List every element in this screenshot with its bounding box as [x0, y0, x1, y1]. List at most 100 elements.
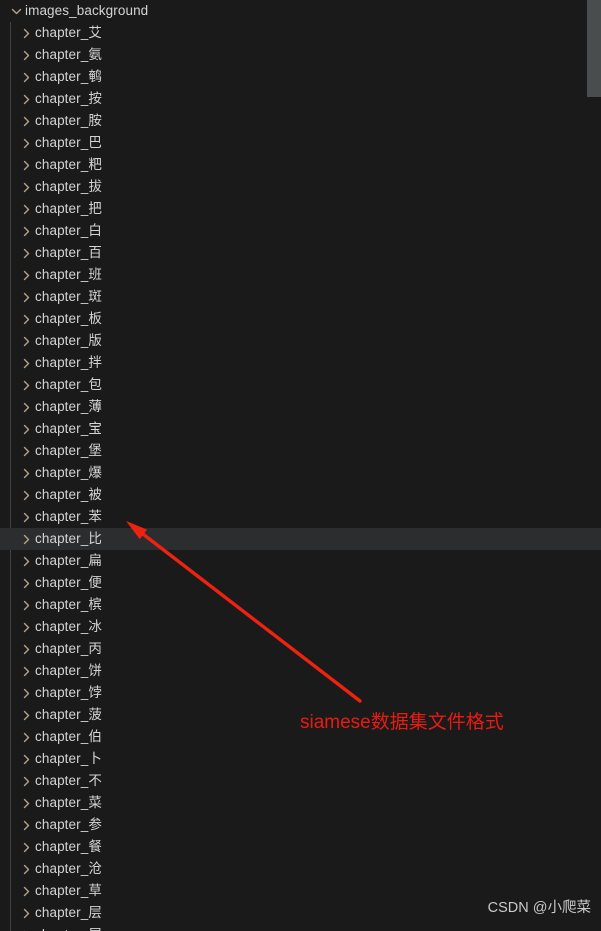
tree-root-folder[interactable]: images_background — [0, 0, 601, 22]
chevron-right-icon[interactable] — [18, 308, 35, 330]
chevron-right-icon[interactable] — [18, 748, 35, 770]
tree-item[interactable]: chapter_拌 — [0, 352, 601, 374]
chevron-right-icon[interactable] — [18, 572, 35, 594]
tree-item[interactable]: chapter_胺 — [0, 110, 601, 132]
chevron-right-icon[interactable] — [18, 66, 35, 88]
vertical-scrollbar-track[interactable] — [587, 0, 601, 931]
tree-item-label: chapter_屡 — [35, 924, 102, 931]
chevron-right-icon[interactable] — [18, 154, 35, 176]
tree-item[interactable]: chapter_槟 — [0, 594, 601, 616]
tree-item[interactable]: chapter_便 — [0, 572, 601, 594]
chevron-right-icon[interactable] — [18, 506, 35, 528]
tree-item-label: chapter_板 — [35, 311, 102, 326]
tree-item[interactable]: chapter_按 — [0, 88, 601, 110]
chevron-right-icon[interactable] — [18, 660, 35, 682]
chevron-right-icon[interactable] — [18, 22, 35, 44]
chevron-right-icon[interactable] — [18, 770, 35, 792]
chevron-right-icon[interactable] — [18, 352, 35, 374]
chevron-right-icon[interactable] — [18, 814, 35, 836]
tree-item[interactable]: chapter_鹌 — [0, 66, 601, 88]
chevron-right-icon[interactable] — [18, 902, 35, 924]
tree-item-label: chapter_艾 — [35, 25, 102, 40]
tree-item-label: chapter_爆 — [35, 465, 102, 480]
tree-item-selected[interactable]: chapter_比 — [0, 528, 601, 550]
chevron-right-icon[interactable] — [18, 396, 35, 418]
chevron-right-icon[interactable] — [18, 550, 35, 572]
tree-item[interactable]: chapter_伯 — [0, 726, 601, 748]
tree-item-label: chapter_班 — [35, 267, 102, 282]
chevron-right-icon[interactable] — [18, 484, 35, 506]
chevron-right-icon[interactable] — [18, 44, 35, 66]
tree-item[interactable]: chapter_爆 — [0, 462, 601, 484]
tree-item[interactable]: chapter_菜 — [0, 792, 601, 814]
chevron-right-icon[interactable] — [18, 682, 35, 704]
tree-item[interactable]: chapter_餐 — [0, 836, 601, 858]
chevron-right-icon[interactable] — [18, 418, 35, 440]
chevron-right-icon[interactable] — [18, 924, 35, 931]
tree-item[interactable]: chapter_饽 — [0, 682, 601, 704]
tree-item[interactable]: chapter_冰 — [0, 616, 601, 638]
tree-item[interactable]: chapter_版 — [0, 330, 601, 352]
chevron-right-icon[interactable] — [18, 858, 35, 880]
chevron-right-icon[interactable] — [18, 198, 35, 220]
tree-item-label: chapter_薄 — [35, 399, 102, 414]
tree-item-label: chapter_菠 — [35, 707, 102, 722]
tree-item[interactable]: chapter_把 — [0, 198, 601, 220]
tree-item[interactable]: chapter_艾 — [0, 22, 601, 44]
tree-item-label: chapter_胺 — [35, 113, 102, 128]
chevron-right-icon[interactable] — [18, 836, 35, 858]
tree-item[interactable]: chapter_巴 — [0, 132, 601, 154]
tree-item[interactable]: chapter_苯 — [0, 506, 601, 528]
chevron-right-icon[interactable] — [18, 110, 35, 132]
vertical-scrollbar-thumb[interactable] — [587, 0, 601, 97]
chevron-right-icon[interactable] — [18, 220, 35, 242]
tree-item[interactable]: chapter_沧 — [0, 858, 601, 880]
tree-item[interactable]: chapter_参 — [0, 814, 601, 836]
tree-item[interactable]: chapter_屡 — [0, 924, 601, 931]
tree-item[interactable]: chapter_粑 — [0, 154, 601, 176]
chevron-right-icon[interactable] — [18, 616, 35, 638]
tree-item[interactable]: chapter_宝 — [0, 418, 601, 440]
chevron-right-icon[interactable] — [18, 264, 35, 286]
tree-item[interactable]: chapter_扁 — [0, 550, 601, 572]
chevron-right-icon[interactable] — [18, 176, 35, 198]
tree-item[interactable]: chapter_不 — [0, 770, 601, 792]
tree-item[interactable]: chapter_白 — [0, 220, 601, 242]
tree-item[interactable]: chapter_板 — [0, 308, 601, 330]
tree-item[interactable]: chapter_拔 — [0, 176, 601, 198]
tree-item[interactable]: chapter_堡 — [0, 440, 601, 462]
chevron-right-icon[interactable] — [18, 374, 35, 396]
tree-item[interactable]: chapter_包 — [0, 374, 601, 396]
tree-item-label: chapter_苯 — [35, 509, 102, 524]
tree-item[interactable]: chapter_氨 — [0, 44, 601, 66]
chevron-right-icon[interactable] — [18, 638, 35, 660]
tree-item[interactable]: chapter_饼 — [0, 660, 601, 682]
tree-item[interactable]: chapter_薄 — [0, 396, 601, 418]
chevron-right-icon[interactable] — [18, 132, 35, 154]
tree-item[interactable]: chapter_斑 — [0, 286, 601, 308]
tree-item[interactable]: chapter_卜 — [0, 748, 601, 770]
tree-item-label: chapter_宝 — [35, 421, 102, 436]
chevron-right-icon[interactable] — [18, 528, 35, 550]
chevron-right-icon[interactable] — [18, 440, 35, 462]
chevron-right-icon[interactable] — [18, 286, 35, 308]
chevron-right-icon[interactable] — [18, 330, 35, 352]
tree-item[interactable]: chapter_被 — [0, 484, 601, 506]
tree-item-label: chapter_鹌 — [35, 69, 102, 84]
chevron-right-icon[interactable] — [18, 462, 35, 484]
tree-item[interactable]: chapter_菠 — [0, 704, 601, 726]
tree-rows-container[interactable]: images_background chapter_艾 chapter_氨chapt… — [0, 0, 601, 931]
chevron-right-icon[interactable] — [18, 242, 35, 264]
chevron-right-icon[interactable] — [18, 880, 35, 902]
chevron-right-icon[interactable] — [18, 726, 35, 748]
tree-item[interactable]: chapter_百 — [0, 242, 601, 264]
chevron-right-icon[interactable] — [18, 704, 35, 726]
chevron-right-icon[interactable] — [18, 594, 35, 616]
chevron-right-icon[interactable] — [18, 792, 35, 814]
tree-item[interactable]: chapter_班 — [0, 264, 601, 286]
chevron-right-icon[interactable] — [18, 88, 35, 110]
folder-tree[interactable]: images_background chapter_艾 chapter_氨chapt… — [0, 0, 601, 931]
tree-item[interactable]: chapter_丙 — [0, 638, 601, 660]
tree-item-label: chapter_按 — [35, 91, 102, 106]
chevron-down-icon[interactable] — [8, 0, 25, 22]
